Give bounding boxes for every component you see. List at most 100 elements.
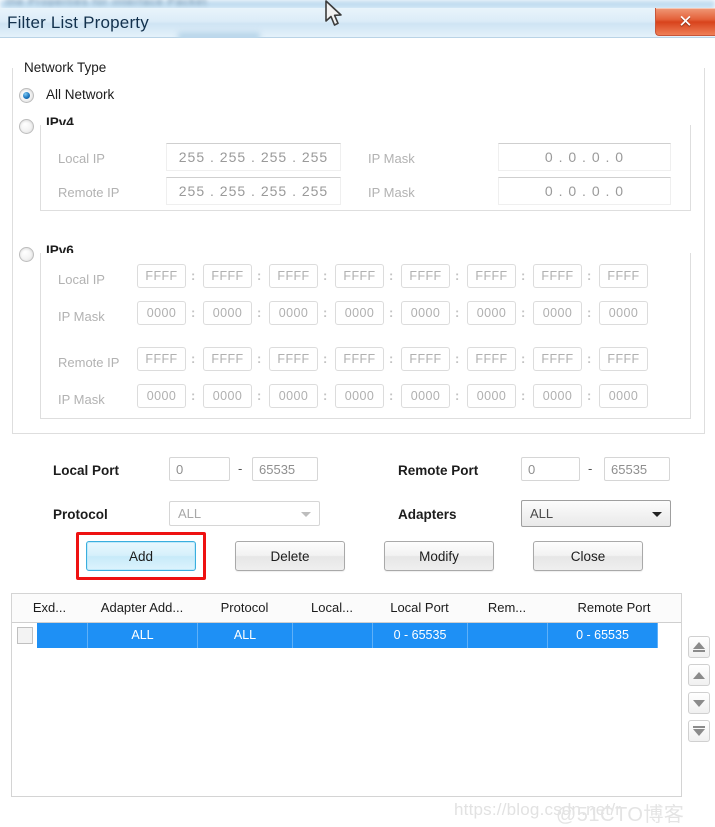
ipv6-segment-separator: : [191,305,196,320]
modify-button[interactable]: Modify [384,541,494,571]
ipv6-local-mask-segment-6[interactable]: 0000 [467,301,516,325]
ipv6-local-ip-segment-7[interactable]: FFFF [533,264,582,288]
ipv6-remote-mask-segment-7[interactable]: 0000 [533,384,582,408]
ipv6-remote-mask-segment-8[interactable]: 0000 [599,384,648,408]
ipv6-segment-separator: : [521,388,526,403]
ipv4-local-mask-input[interactable]: 0 . 0 . 0 . 0 [498,143,671,171]
local-port-from-input[interactable]: 0 [169,457,230,481]
arrow-down-icon [693,699,705,707]
ipv6-remote-ip-segment-7[interactable]: FFFF [533,347,582,371]
ipv6-local-mask-segment-8[interactable]: 0000 [599,301,648,325]
ipv6-remote-ip-segment-4[interactable]: FFFF [335,347,384,371]
protocol-value: ALL [178,506,202,521]
ipv6-local-mask-segment-5[interactable]: 0000 [401,301,450,325]
add-button[interactable]: Add [86,541,196,571]
ipv6-remote-mask-segment-5[interactable]: 0000 [401,384,450,408]
ipv6-remote-ip-segment-1[interactable]: FFFF [137,347,186,371]
ipv6-remote-ip-segment-3[interactable]: FFFF [269,347,318,371]
table-header-cell[interactable]: Adapter Add... [87,594,197,622]
table-header-cell[interactable]: Local... [292,594,372,622]
ipv6-local-ip-label: Local IP [58,272,105,287]
ipv6-local-ip-segment-5[interactable]: FFFF [401,264,450,288]
radio-all-network[interactable] [19,88,34,103]
table-cell: ALL [88,623,198,648]
ipv6-remote-ip-segment-2[interactable]: FFFF [203,347,252,371]
ipv6-remote-mask-label: IP Mask [58,392,105,407]
chevron-down-icon [652,511,662,517]
ipv6-local-ip-segment-6[interactable]: FFFF [467,264,516,288]
table-header-row: Exd... Adapter Add... Protocol Local... Loca… [12,594,681,623]
mouse-cursor [325,0,342,26]
ipv6-segment-separator: : [191,351,196,366]
background-strip-text: the Properties for interface Packet [6,0,208,6]
remote-port-to-input[interactable]: 65535 [604,457,670,481]
ipv6-segment-separator: : [455,268,460,283]
radio-ipv6[interactable] [19,247,34,262]
ipv6-local-mask-segment-2[interactable]: 0000 [203,301,252,325]
scroll-up-button[interactable] [688,664,710,686]
close-list-button[interactable]: Close [533,541,643,571]
row-exclude-checkbox[interactable] [17,627,33,644]
ipv6-segment-separator: : [389,388,394,403]
ipv4-remote-ip-label: Remote IP [58,185,120,200]
dialog-body: Network Type All Network IPv4 IPv6 Local… [0,38,715,826]
ipv6-segment-separator: : [257,305,262,320]
table-cell: 0 - 65535 [373,623,468,648]
ipv6-local-ip-segment-3[interactable]: FFFF [269,264,318,288]
ipv6-local-ip-segment-4[interactable]: FFFF [335,264,384,288]
adapters-select[interactable]: ALL [521,500,671,527]
table-header-cell[interactable]: Protocol [197,594,292,622]
ipv6-local-mask-segment-1[interactable]: 0000 [137,301,186,325]
ipv6-local-mask-segment-3[interactable]: 0000 [269,301,318,325]
table-cell: ALL [198,623,293,648]
network-type-group-label: Network Type [20,60,111,75]
scroll-first-button[interactable] [688,636,710,658]
ipv4-local-ip-input[interactable]: 255 . 255 . 255 . 255 [166,143,341,171]
ipv6-segment-separator: : [587,305,592,320]
table-row[interactable]: ALL ALL 0 - 65535 0 - 65535 [13,623,658,648]
ipv6-remote-mask-segment-1[interactable]: 0000 [137,384,186,408]
local-port-to-input[interactable]: 65535 [252,457,318,481]
table-header-cell[interactable]: Remote Port [547,594,681,622]
scroll-down-button[interactable] [688,692,710,714]
ipv4-remote-mask-input[interactable]: 0 . 0 . 0 . 0 [498,177,671,205]
ipv6-segment-separator: : [455,305,460,320]
ipv6-segment-separator: : [257,388,262,403]
close-button[interactable]: ✕ [655,8,715,36]
ipv6-remote-mask-segment-6[interactable]: 0000 [467,384,516,408]
ipv6-local-mask-segment-4[interactable]: 0000 [335,301,384,325]
ipv6-remote-ip-segment-5[interactable]: FFFF [401,347,450,371]
ipv6-remote-ip-segment-8[interactable]: FFFF [599,347,648,371]
ipv4-local-ip-label: Local IP [58,151,105,166]
remote-port-label: Remote Port [398,463,479,478]
table-header-cell[interactable]: Rem... [467,594,547,622]
ipv4-remote-ip-input[interactable]: 255 . 255 . 255 . 255 [166,177,341,205]
protocol-select[interactable]: ALL [169,501,320,526]
ipv6-segment-separator: : [323,268,328,283]
adapters-value: ALL [530,506,554,521]
ipv6-segment-separator: : [257,351,262,366]
ipv6-local-ip-segment-2[interactable]: FFFF [203,264,252,288]
ipv6-segment-separator: : [389,305,394,320]
ipv6-local-ip-segment-8[interactable]: FFFF [599,264,648,288]
ipv6-segment-separator: : [521,268,526,283]
ipv6-remote-mask-segment-3[interactable]: 0000 [269,384,318,408]
ipv6-local-mask-segment-7[interactable]: 0000 [533,301,582,325]
window-titlebar: Filter List Property ✕ [0,8,715,41]
table-header-cell[interactable]: Exd... [12,594,87,622]
scroll-last-button[interactable] [688,720,710,742]
ipv6-remote-mask-segment-4[interactable]: 0000 [335,384,384,408]
table-cell [37,623,88,648]
remote-port-from-input[interactable]: 0 [521,457,580,481]
ipv6-remote-mask-segment-2[interactable]: 0000 [203,384,252,408]
delete-button[interactable]: Delete [235,541,345,571]
ipv6-remote-ip-segment-6[interactable]: FFFF [467,347,516,371]
ipv6-local-ip-segment-1[interactable]: FFFF [137,264,186,288]
adapters-label: Adapters [398,507,457,522]
ipv6-segment-separator: : [323,388,328,403]
close-icon: ✕ [678,12,693,31]
table-header-cell[interactable]: Local Port [372,594,467,622]
ipv4-remote-mask-label: IP Mask [368,185,415,200]
radio-ipv4[interactable] [19,119,34,134]
ipv6-segment-separator: : [323,305,328,320]
